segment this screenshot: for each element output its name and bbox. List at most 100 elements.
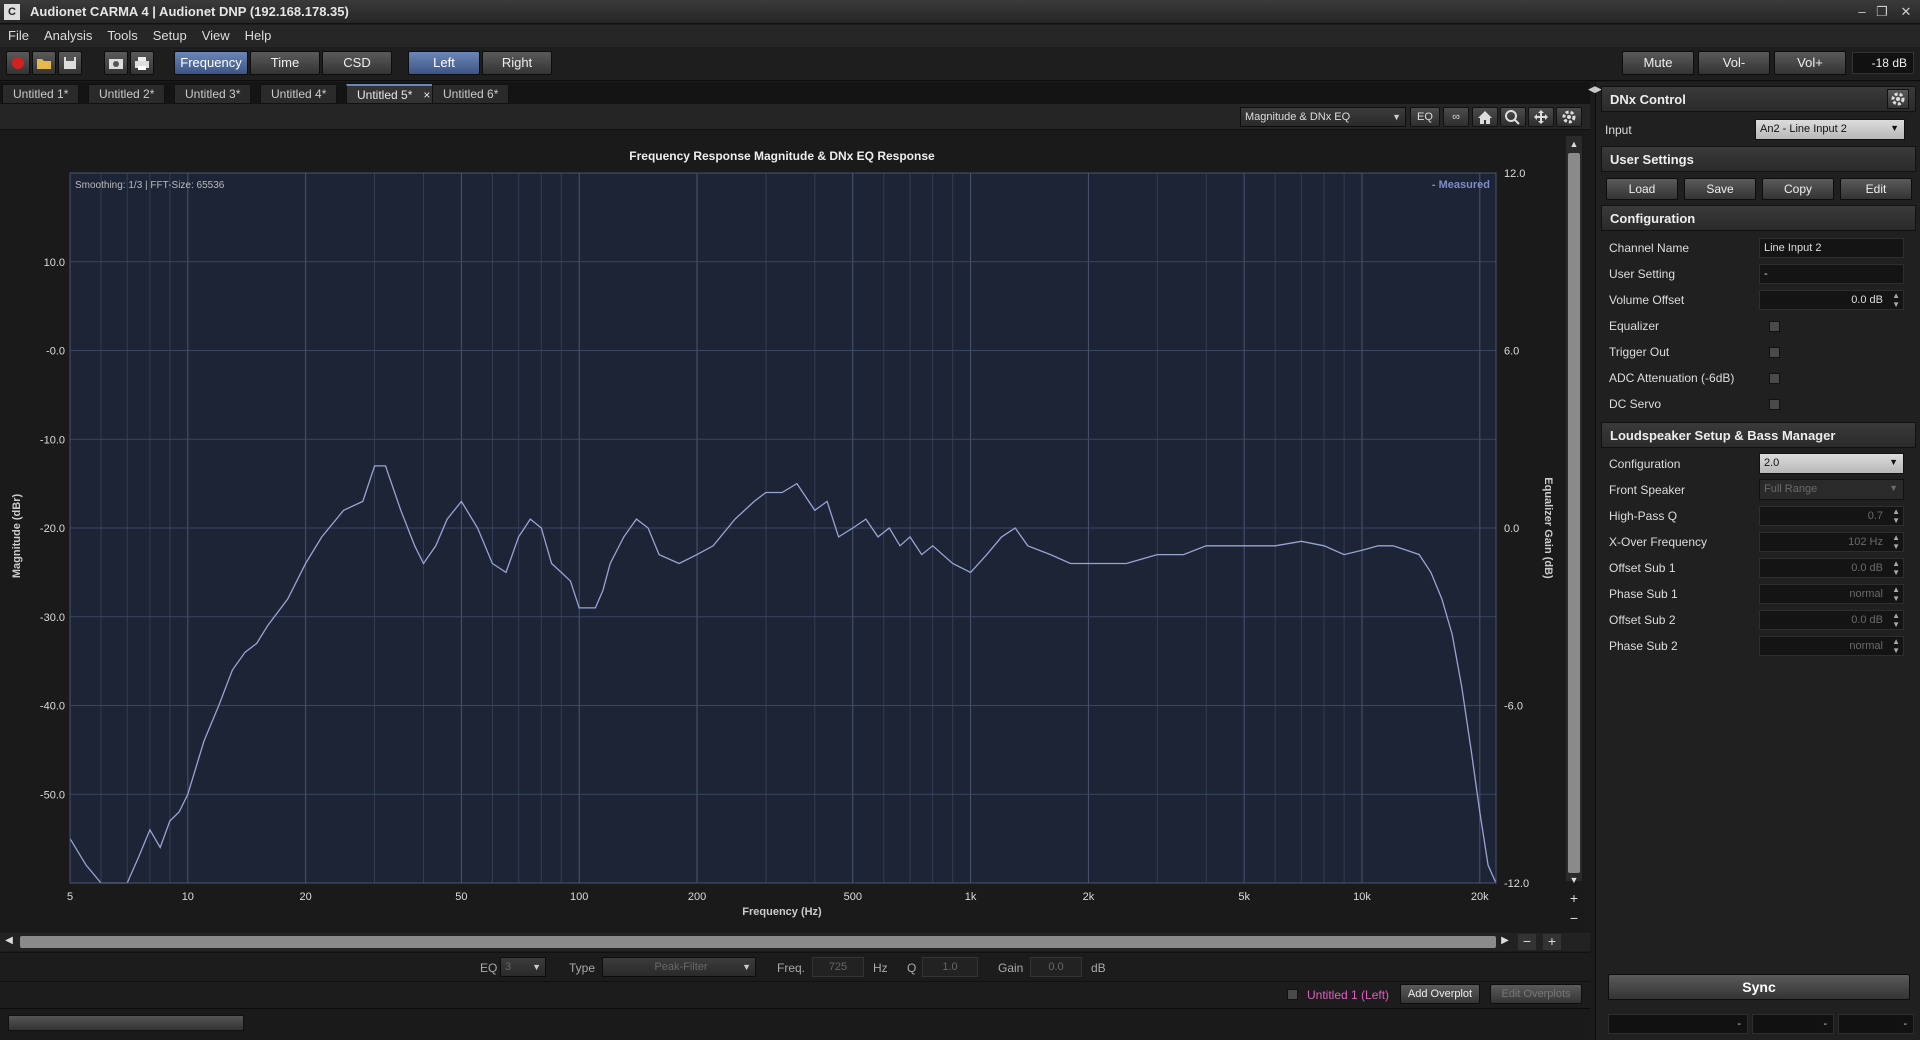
x-tick-label: 50 <box>455 891 467 903</box>
equalizer-checkbox[interactable] <box>1769 321 1780 332</box>
mode-csd-button[interactable]: CSD <box>322 51 392 75</box>
close-button[interactable]: ✕ <box>1896 3 1916 21</box>
adc-attenuation-checkbox[interactable] <box>1769 373 1780 384</box>
tab-close-icon[interactable]: × <box>423 86 430 104</box>
plot-horizontal-scrollbar[interactable]: ◀ ▶ − + <box>0 933 1590 951</box>
load-button[interactable]: Load <box>1606 178 1678 200</box>
plot-settings-button[interactable] <box>1556 107 1582 127</box>
pan-button[interactable] <box>1528 107 1554 127</box>
x-tick-label: 100 <box>570 891 588 903</box>
edit-overplots-button[interactable]: Edit Overplots <box>1490 984 1582 1004</box>
freq-input[interactable]: 725 <box>812 957 864 977</box>
sync-button[interactable]: Sync <box>1608 974 1910 1000</box>
save-button[interactable]: Save <box>1684 178 1756 200</box>
bass-manager-header: Loudspeaker Setup & Bass Manager <box>1601 422 1916 448</box>
phase-sub2-input[interactable]: normal ▲ ▼ <box>1759 636 1904 656</box>
volume-down-button[interactable]: Vol- <box>1698 51 1770 75</box>
window-title: Audionet CARMA 4 | Audionet DNP (192.168… <box>30 4 349 19</box>
zoom-in-x-icon[interactable]: + <box>1543 934 1561 950</box>
gain-input[interactable]: 0.0 <box>1030 957 1082 977</box>
menu-setup[interactable]: Setup <box>145 25 194 43</box>
spinner-icon[interactable]: ▲ ▼ <box>1892 507 1900 525</box>
scroll-up-icon[interactable]: ▲ <box>1570 139 1579 149</box>
horizontal-scroll-thumb[interactable] <box>20 936 1496 948</box>
collapse-panel-icon[interactable]: ◀▶ <box>1588 84 1602 95</box>
add-overplot-button[interactable]: Add Overplot <box>1400 984 1480 1004</box>
chevron-down-icon: ▼ <box>1890 123 1899 133</box>
input-select[interactable]: An2 - Line Input 2 ▼ <box>1755 119 1905 140</box>
spinner-icon[interactable]: ▲ ▼ <box>1892 637 1900 655</box>
mode-time-button[interactable]: Time <box>250 51 320 75</box>
home-button[interactable] <box>1472 107 1498 127</box>
spinner-icon[interactable]: ▲ ▼ <box>1892 291 1900 309</box>
xover-frequency-input[interactable]: 102 Hz ▲ ▼ <box>1759 532 1904 552</box>
tab-untitled-2[interactable]: Untitled 2* <box>88 84 166 104</box>
record-button[interactable] <box>6 51 30 75</box>
menu-analysis[interactable]: Analysis <box>36 25 99 43</box>
zoom-out-x-icon[interactable]: − <box>1518 934 1536 950</box>
scroll-right-icon[interactable]: ▶ <box>1498 935 1512 949</box>
open-button[interactable] <box>32 51 56 75</box>
eq-toggle-button[interactable]: EQ <box>1410 107 1440 127</box>
link-button[interactable]: ∞ <box>1443 107 1469 127</box>
channel-left-button[interactable]: Left <box>408 51 480 75</box>
view-select[interactable]: Magnitude & DNx EQ ▼ <box>1240 107 1406 127</box>
filter-type-select[interactable]: Peak-Filter ▼ <box>602 957 756 977</box>
spinner-icon[interactable]: ▲ ▼ <box>1892 611 1900 629</box>
menu-help[interactable]: Help <box>237 25 279 43</box>
frequency-response-chart[interactable]: 5 10 20 50 100 200 500 1k 2k 5k 10k 20k 10.0 -0.0 -10… <box>0 131 1590 931</box>
copy-button[interactable]: Copy <box>1762 178 1834 200</box>
menu-file[interactable]: File <box>0 25 36 43</box>
volume-up-button[interactable]: Vol+ <box>1774 51 1846 75</box>
eq-number-select[interactable]: 3 ▼ <box>500 957 546 977</box>
tab-untitled-6[interactable]: Untitled 6* <box>432 84 510 104</box>
mode-frequency-button[interactable]: Frequency <box>174 51 248 75</box>
phase-sub1-label: Phase Sub 1 <box>1609 587 1678 601</box>
print-button[interactable] <box>130 51 154 75</box>
spinner-icon[interactable]: ▲ ▼ <box>1892 585 1900 603</box>
tab-untitled-4[interactable]: Untitled 4* <box>260 84 338 104</box>
bm-configuration-select[interactable]: 2.0 ▼ <box>1759 453 1904 474</box>
scroll-down-icon[interactable]: ▼ <box>1570 875 1579 885</box>
zoom-out-y-icon[interactable]: − <box>1570 910 1578 926</box>
y2-tick-label: -12.0 <box>1504 878 1529 890</box>
channel-right-button[interactable]: Right <box>482 51 552 75</box>
document-tabs: Untitled 1* Untitled 2* Untitled 3* Unti… <box>0 82 1590 104</box>
chart-info: Smoothing: 1/3 | FFT-Size: 65536 <box>75 180 225 191</box>
minimize-button[interactable]: ‒ <box>1852 3 1872 21</box>
maximize-button[interactable]: ❐ <box>1872 3 1892 21</box>
save-file-button[interactable] <box>58 51 82 75</box>
menu-view[interactable]: View <box>194 25 237 43</box>
offset-sub1-input[interactable]: 0.0 dB ▲ ▼ <box>1759 558 1904 578</box>
dc-servo-row: DC Servo <box>1609 392 1919 416</box>
tab-untitled-5[interactable]: Untitled 5* × <box>346 84 438 104</box>
spinner-icon[interactable]: ▲ ▼ <box>1892 533 1900 551</box>
plot-vertical-scroll-thumb[interactable] <box>1568 153 1580 873</box>
edit-button[interactable]: Edit <box>1840 178 1912 200</box>
menu-tools[interactable]: Tools <box>99 25 144 43</box>
panel-settings-button[interactable] <box>1887 89 1909 109</box>
screenshot-button[interactable] <box>104 51 128 75</box>
zoom-in-y-icon[interactable]: + <box>1570 890 1578 906</box>
channel-name-label: Channel Name <box>1609 241 1690 255</box>
tab-untitled-3[interactable]: Untitled 3* <box>174 84 252 104</box>
dc-servo-checkbox[interactable] <box>1769 399 1780 410</box>
volume-offset-input[interactable]: 0.0 dB ▲ ▼ <box>1759 290 1904 310</box>
trigger-out-checkbox[interactable] <box>1769 347 1780 358</box>
spinner-icon[interactable]: ▲ ▼ <box>1892 559 1900 577</box>
high-pass-q-input[interactable]: 0.7 ▲ ▼ <box>1759 506 1904 526</box>
chevron-down-icon: ▼ <box>1392 112 1401 122</box>
mute-button[interactable]: Mute <box>1622 51 1694 75</box>
phase-sub1-input[interactable]: normal ▲ ▼ <box>1759 584 1904 604</box>
offset-sub2-input[interactable]: 0.0 dB ▲ ▼ <box>1759 610 1904 630</box>
xover-frequency-row: X-Over Frequency 102 Hz ▲ ▼ <box>1609 530 1919 554</box>
scroll-left-icon[interactable]: ◀ <box>2 935 16 949</box>
channel-name-input[interactable]: Line Input 2 <box>1759 238 1904 258</box>
y-tick-label: -20.0 <box>40 523 65 535</box>
phase-sub1-row: Phase Sub 1 normal ▲ ▼ <box>1609 582 1919 606</box>
q-input[interactable]: 1.0 <box>922 957 978 977</box>
zoom-button[interactable] <box>1500 107 1526 127</box>
overplot-checkbox[interactable] <box>1287 989 1298 1000</box>
front-speaker-select[interactable]: Full Range ▼ <box>1759 479 1904 500</box>
tab-untitled-1[interactable]: Untitled 1* <box>2 84 80 104</box>
